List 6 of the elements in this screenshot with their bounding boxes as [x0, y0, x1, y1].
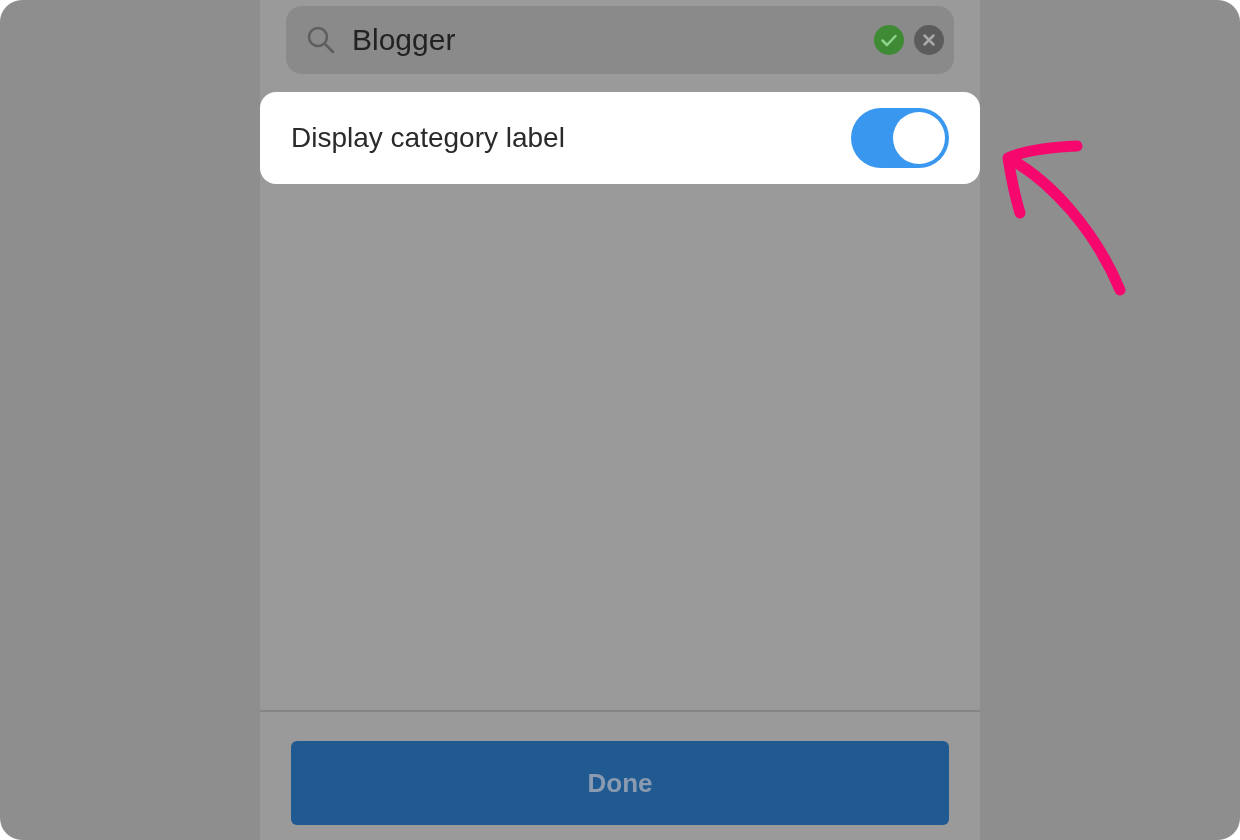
check-icon — [874, 25, 904, 55]
setting-label: Display category label — [291, 122, 565, 154]
toggle-switch[interactable] — [851, 108, 949, 168]
search-icon — [306, 25, 336, 55]
clear-icon[interactable] — [914, 25, 944, 55]
search-field[interactable]: Blogger — [286, 6, 954, 74]
